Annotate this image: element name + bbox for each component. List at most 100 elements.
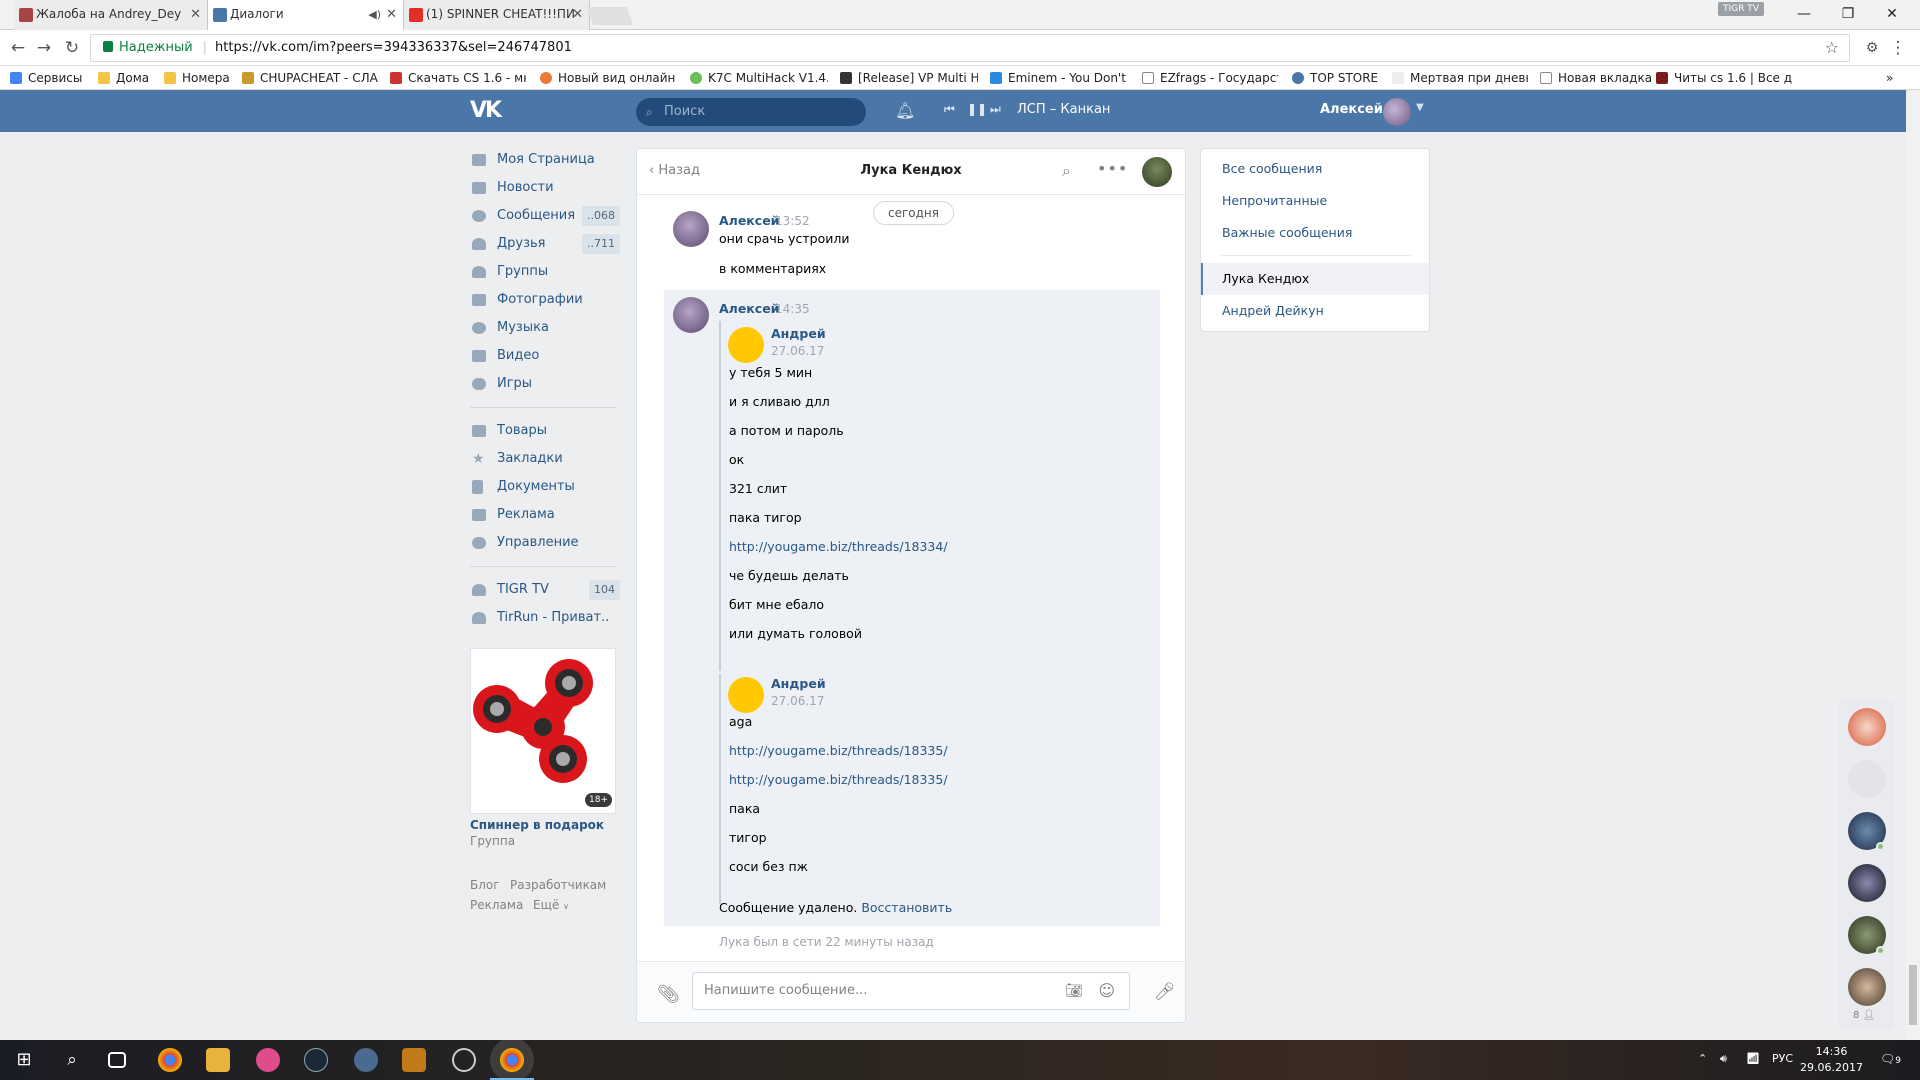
nav-friends[interactable]: Друзья ..711 bbox=[470, 232, 620, 256]
avatar[interactable] bbox=[1142, 157, 1172, 187]
nav-ads[interactable]: Реклама bbox=[470, 503, 620, 527]
search-input[interactable]: ⌕ Поиск bbox=[636, 98, 866, 126]
speaker-icon[interactable]: 🔊︎ bbox=[1720, 1052, 1727, 1066]
message-time[interactable]: 14:35 bbox=[775, 302, 810, 316]
bookmark-item[interactable]: Мертвая при дневн bbox=[1392, 70, 1528, 86]
microphone-icon[interactable]: 🎤︎ bbox=[1154, 982, 1176, 1002]
chevron-down-icon[interactable]: ▼ bbox=[1416, 102, 1424, 113]
steam-icon[interactable] bbox=[304, 1048, 328, 1072]
nav-tirrun[interactable]: TirRun - Приват.. bbox=[470, 606, 620, 630]
paperclip-icon[interactable]: 📎︎ bbox=[657, 984, 680, 1005]
bookmark-item[interactable]: TOP STORE bbox=[1292, 70, 1392, 86]
nav-video[interactable]: Видео bbox=[470, 344, 620, 368]
scrollbar-thumb[interactable] bbox=[1909, 965, 1917, 1025]
close-tab-icon[interactable]: ✕ bbox=[386, 0, 397, 29]
csgo-icon[interactable] bbox=[402, 1048, 426, 1072]
browser-tab[interactable]: (1) SPINNER CHEAT!!!ПИ ✕ bbox=[404, 0, 590, 30]
avatar[interactable] bbox=[728, 327, 764, 363]
bookmark-star-icon[interactable]: ☆ bbox=[1825, 35, 1839, 61]
close-tab-icon[interactable]: ✕ bbox=[572, 0, 583, 29]
nav-documents[interactable]: Документы bbox=[470, 475, 620, 499]
menu-dots-icon[interactable]: ⋮ bbox=[1888, 38, 1908, 58]
message-link[interactable]: http://yougame.biz/threads/18335/ bbox=[729, 772, 948, 787]
vk-logo-icon[interactable]: VK bbox=[470, 98, 504, 124]
chrome-icon[interactable] bbox=[158, 1048, 182, 1072]
windows-start-icon[interactable]: ⊞ bbox=[12, 1048, 36, 1072]
page-scrollbar[interactable] bbox=[1906, 90, 1920, 1040]
restore-icon[interactable]: ❐ bbox=[1828, 2, 1868, 26]
extension-icon[interactable]: ⚙ bbox=[1862, 38, 1882, 58]
bookmarks-overflow-icon[interactable]: » bbox=[1886, 70, 1906, 86]
bookmark-item[interactable]: [Release] VP Multi Ha bbox=[840, 70, 978, 86]
message-link[interactable]: http://yougame.biz/threads/18335/ bbox=[729, 743, 948, 758]
message-author[interactable]: Алексей bbox=[719, 213, 779, 228]
previous-track-icon[interactable]: ⏮ bbox=[944, 102, 955, 117]
itunes-icon[interactable] bbox=[256, 1048, 280, 1072]
nav-photos[interactable]: Фотографии bbox=[470, 288, 620, 312]
forward-author[interactable]: Андрей bbox=[771, 326, 826, 341]
message-author[interactable]: Алексей bbox=[719, 301, 779, 316]
profile-badge[interactable]: TIGR TV bbox=[1718, 2, 1764, 16]
avatar[interactable] bbox=[1383, 98, 1411, 126]
bookmark-item[interactable]: K7C MultiHack V1.4.3 bbox=[690, 70, 828, 86]
clock[interactable]: 14:36 29.06.2017 bbox=[1800, 1044, 1863, 1076]
new-tab-button[interactable] bbox=[586, 7, 634, 25]
bookmark-item[interactable]: EZfrags - Государств bbox=[1142, 70, 1278, 86]
back-arrow-icon[interactable]: ← bbox=[8, 38, 28, 58]
close-window-icon[interactable]: ✕ bbox=[1872, 2, 1912, 26]
current-track[interactable]: ЛСП – Канкан bbox=[1017, 102, 1110, 117]
bookmark-item[interactable]: Скачать CS 1.6 - мно bbox=[390, 70, 526, 86]
forward-author[interactable]: Андрей bbox=[771, 676, 826, 691]
forward-date[interactable]: 27.06.17 bbox=[771, 694, 824, 708]
message-input[interactable]: Напишите сообщение... 📷︎ ☺ bbox=[692, 972, 1130, 1010]
bell-icon[interactable]: 🔔︎ bbox=[895, 101, 915, 120]
tray-chevron-icon[interactable]: ⌃ bbox=[1698, 1052, 1707, 1065]
bookmark-item[interactable]: Новый вид онлайн с bbox=[540, 70, 678, 86]
bookmark-item[interactable]: Читы cs 1.6 | Все для bbox=[1656, 70, 1792, 86]
bookmark-item[interactable]: Номера bbox=[164, 70, 232, 86]
bookmark-item[interactable]: CHUPACHEAT - СЛА bbox=[242, 70, 378, 86]
nav-messages[interactable]: Сообщения ..068 bbox=[470, 204, 620, 228]
camera-icon[interactable]: 📷︎ bbox=[1065, 973, 1083, 1009]
app-icon[interactable] bbox=[354, 1048, 378, 1072]
smile-icon[interactable]: ☺ bbox=[1098, 973, 1115, 1009]
avatar[interactable] bbox=[1848, 968, 1886, 1006]
next-track-icon[interactable]: ⏭ bbox=[990, 102, 1001, 117]
avatar[interactable] bbox=[673, 211, 709, 247]
message-link[interactable]: http://yougame.biz/threads/18334/ bbox=[729, 539, 948, 554]
nav-music[interactable]: Музыка bbox=[470, 316, 620, 340]
avatar[interactable] bbox=[728, 677, 764, 713]
nav-news[interactable]: Новости bbox=[470, 176, 620, 200]
obs-icon[interactable] bbox=[452, 1048, 476, 1072]
chrome-active-icon[interactable] bbox=[500, 1048, 524, 1072]
bookmark-item[interactable]: Дома bbox=[98, 70, 156, 86]
nav-tigr-tv[interactable]: TIGR TV 104 bbox=[470, 578, 620, 602]
restore-link[interactable]: Восстановить bbox=[861, 900, 952, 915]
menu-important[interactable]: Важные сообщения bbox=[1201, 217, 1429, 249]
forward-date[interactable]: 27.06.17 bbox=[771, 344, 824, 358]
minimize-icon[interactable]: — bbox=[1784, 2, 1824, 26]
avatar[interactable] bbox=[673, 297, 709, 333]
bookmark-apps[interactable]: Сервисы bbox=[10, 70, 88, 86]
ad-title[interactable]: Спиннер в подарок bbox=[470, 818, 604, 832]
avatar[interactable] bbox=[1848, 760, 1886, 798]
nav-games[interactable]: Игры bbox=[470, 372, 620, 396]
nav-bookmarks[interactable]: ★ Закладки bbox=[470, 447, 620, 471]
language-indicator[interactable]: РУС bbox=[1772, 1052, 1793, 1065]
folder-icon[interactable] bbox=[206, 1048, 230, 1072]
notifications-icon[interactable]: 🗨︎9 bbox=[1880, 1052, 1901, 1066]
nav-manage[interactable]: Управление bbox=[470, 531, 620, 555]
menu-peer-selected[interactable]: Лука Кендюх bbox=[1201, 263, 1429, 295]
avatar[interactable] bbox=[1848, 864, 1886, 902]
close-tab-icon[interactable]: ✕ bbox=[190, 0, 201, 29]
address-bar[interactable]: Надежный | https://vk.com/im?peers=3943363… bbox=[90, 34, 1850, 62]
menu-unread[interactable]: Непрочитанные bbox=[1201, 185, 1429, 217]
avatar[interactable] bbox=[1848, 708, 1886, 746]
user-name[interactable]: Алексей bbox=[1320, 102, 1383, 117]
nav-goods[interactable]: Товары bbox=[470, 419, 620, 443]
browser-tab[interactable]: Жалоба на Andrey_Dey ✕ bbox=[14, 0, 208, 30]
speaker-icon[interactable]: ◀) bbox=[368, 0, 381, 29]
reload-icon[interactable]: ↻ bbox=[62, 38, 82, 58]
footer-devs-link[interactable]: Разработчикам bbox=[510, 878, 606, 892]
message-time[interactable]: 13:52 bbox=[775, 214, 810, 228]
